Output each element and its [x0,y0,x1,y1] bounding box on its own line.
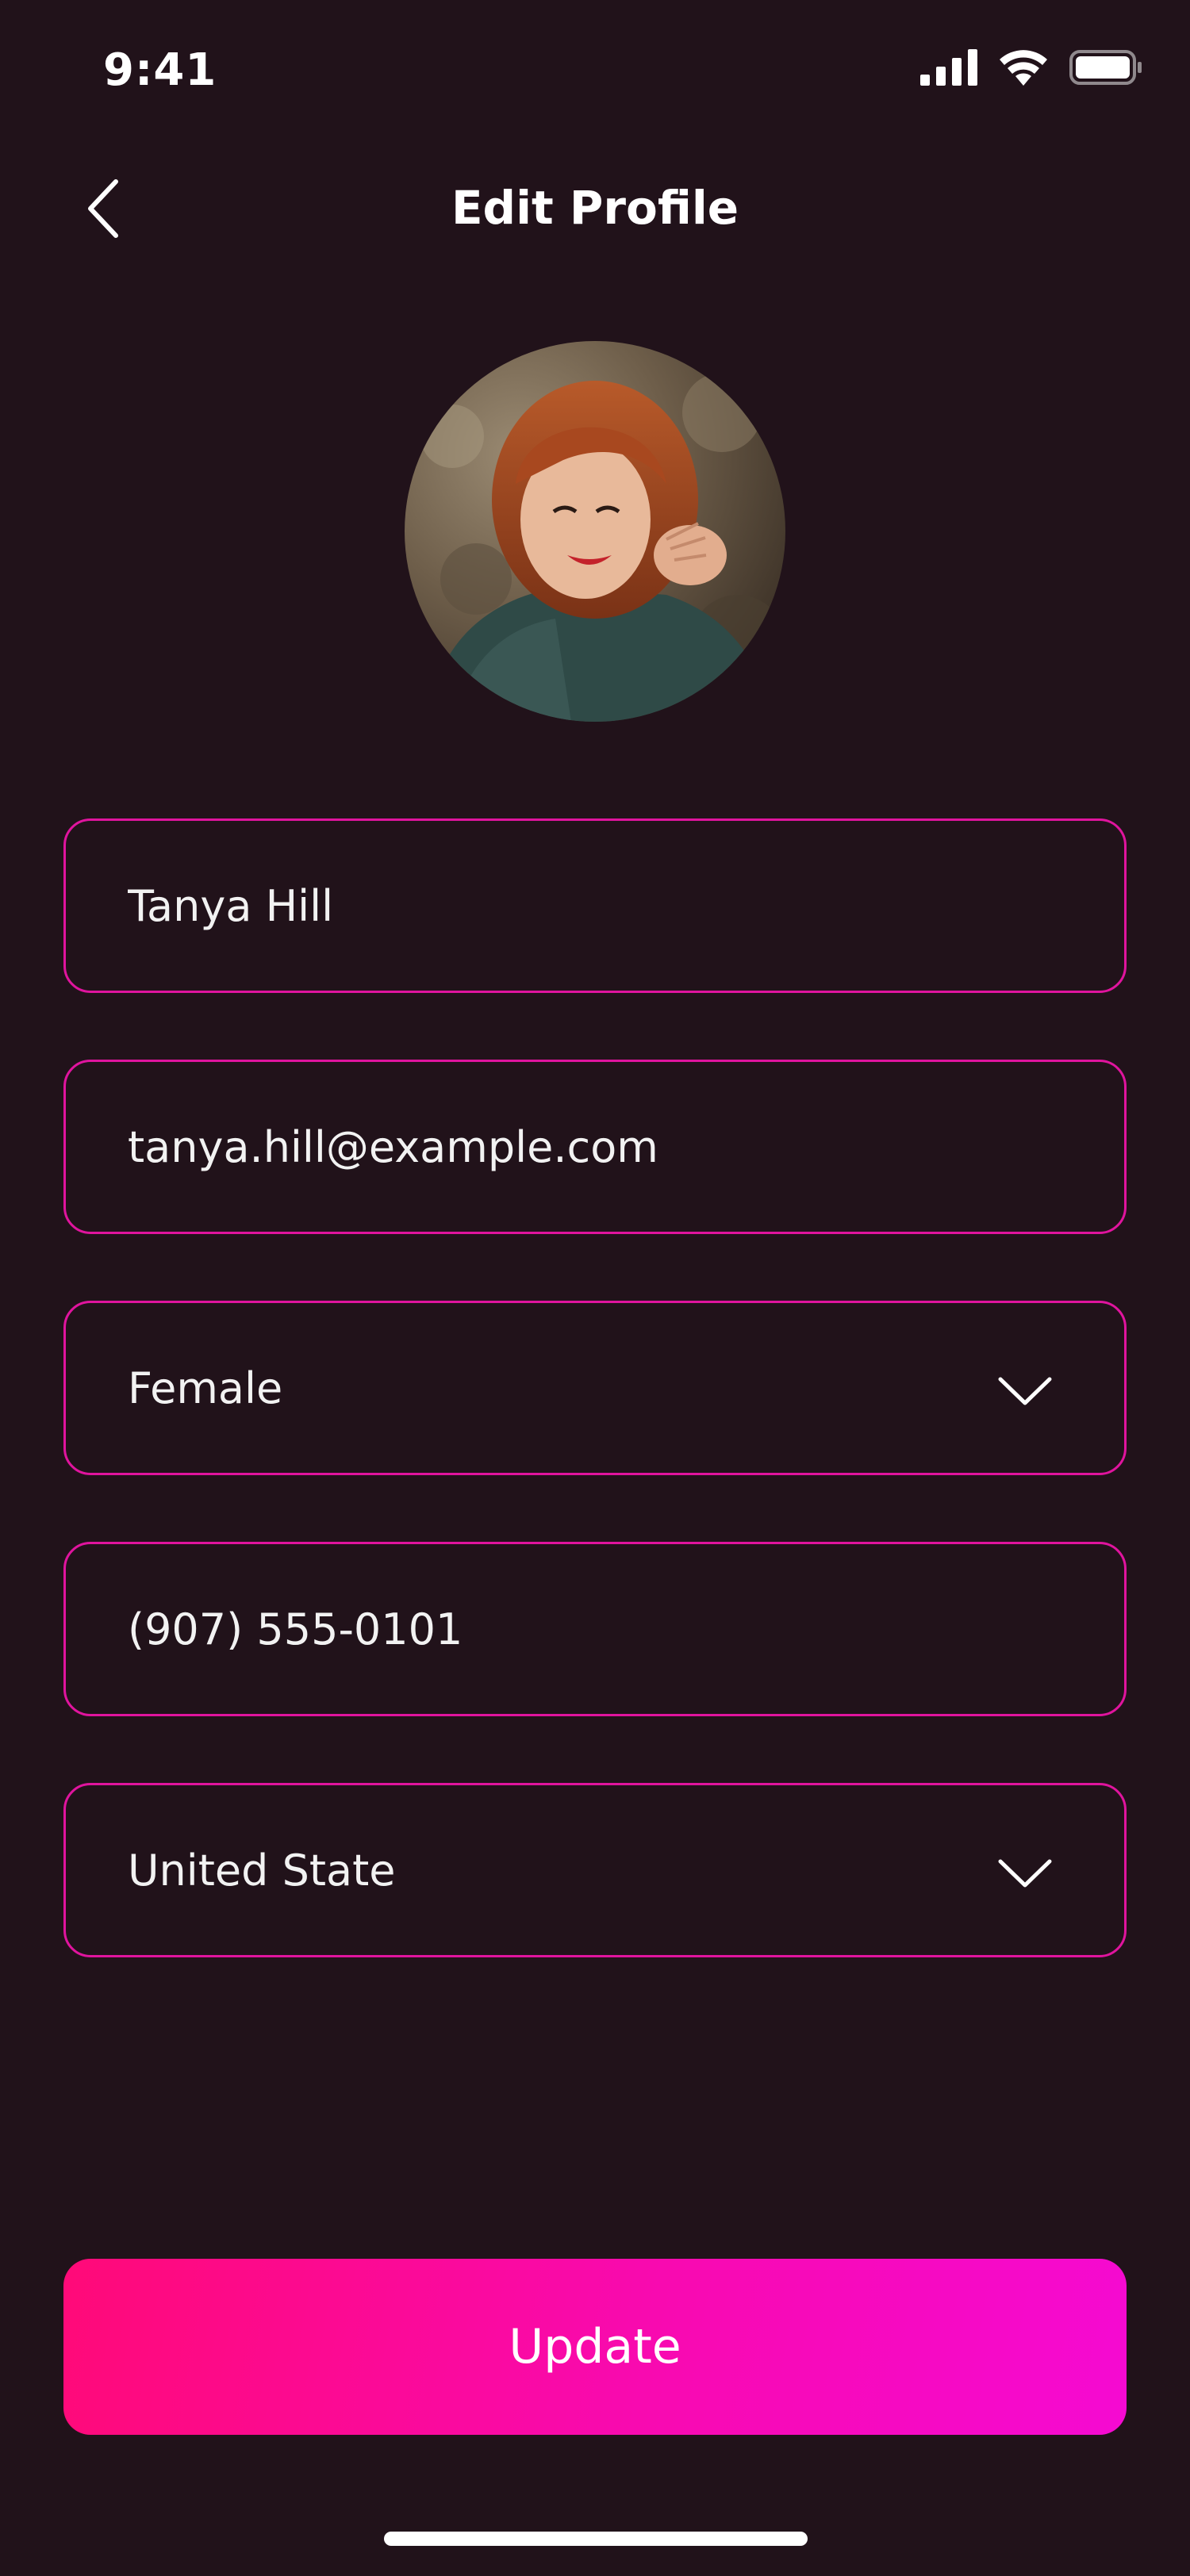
chevron-down-icon[interactable] [996,1368,1054,1413]
status-time: 9:41 [103,44,217,96]
home-indicator[interactable] [384,2532,808,2546]
chevron-down-icon[interactable] [996,1850,1054,1895]
edit-profile-form: Female United State [63,818,1127,2024]
battery-icon [1069,49,1142,89]
update-button-label: Update [509,2319,681,2375]
gender-value: Female [128,1363,283,1413]
name-input[interactable] [66,821,1000,991]
update-button[interactable]: Update [63,2259,1127,2435]
gender-select[interactable]: Female [63,1301,1127,1475]
country-value: United State [128,1845,396,1896]
status-icons [920,49,1142,89]
profile-photo [405,341,785,722]
email-input[interactable] [66,1062,1000,1232]
email-field[interactable] [63,1060,1127,1234]
status-bar: 9:41 [0,0,1190,143]
wifi-icon [998,49,1049,89]
cellular-signal-icon [920,49,977,89]
avatar[interactable] [405,341,785,722]
name-field[interactable] [63,818,1127,993]
phone-field[interactable] [63,1542,1127,1716]
phone-input[interactable] [66,1544,1000,1714]
page-title: Edit Profile [451,181,739,235]
country-select[interactable]: United State [63,1783,1127,1957]
header: Edit Profile [0,159,1190,262]
